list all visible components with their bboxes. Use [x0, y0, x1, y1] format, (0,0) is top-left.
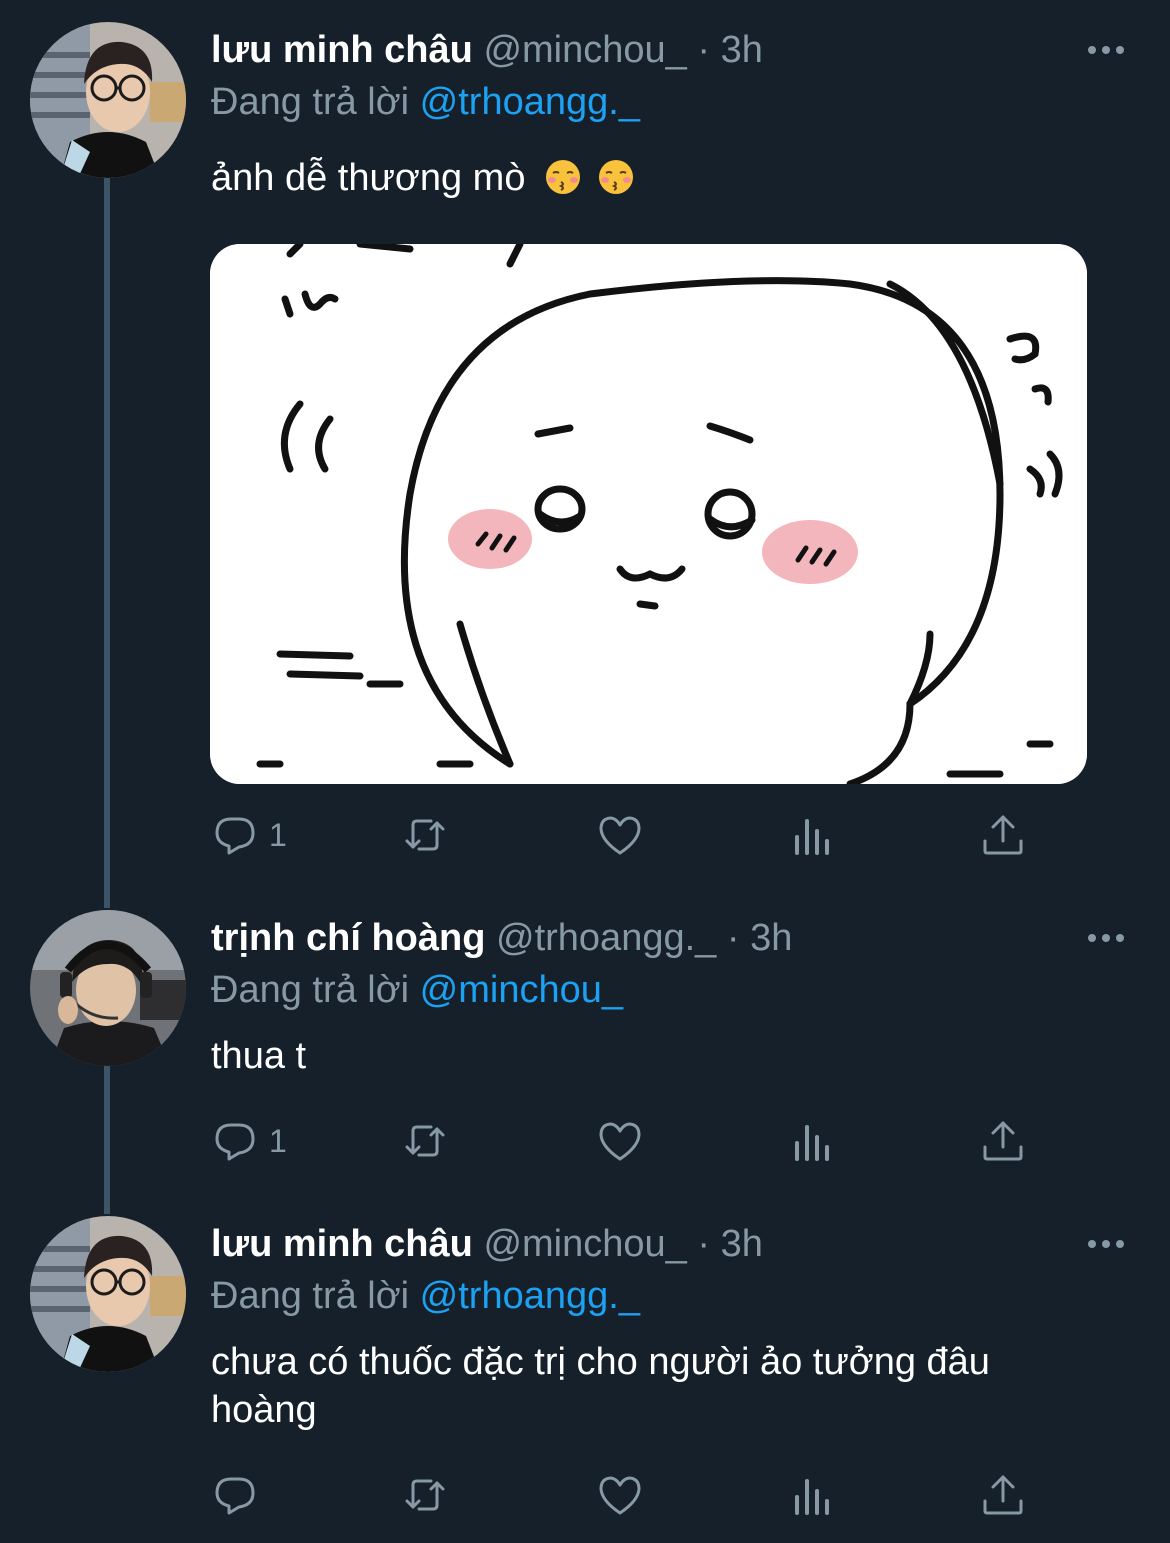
- analytics-icon: [795, 1479, 829, 1515]
- analytics-button[interactable]: [789, 810, 837, 860]
- retweet-icon: [405, 1479, 445, 1511]
- like-button[interactable]: [596, 810, 644, 860]
- timestamp[interactable]: 3h: [721, 29, 763, 71]
- tweet-header: trịnh chí hoàng @trhoangg._ · 3h: [211, 914, 792, 962]
- reply-icon: [215, 817, 255, 855]
- retweet-icon: [405, 1125, 445, 1157]
- more-icon[interactable]: [1086, 918, 1126, 958]
- analytics-icon: [795, 1125, 829, 1161]
- reply-icon: [215, 1123, 255, 1161]
- replying-prefix: Đang trả lời: [211, 1275, 410, 1317]
- tweet-actions: 1: [211, 810, 1031, 860]
- tweet-actions: 1: [211, 1116, 1031, 1166]
- separator: ·: [697, 29, 710, 71]
- share-button[interactable]: [979, 810, 1027, 860]
- tweet[interactable]: lưu minh châu @minchou_ · 3h Đang trả lờ…: [0, 1216, 1170, 1536]
- replying-prefix: Đang trả lời: [211, 81, 410, 123]
- retweet-button[interactable]: [401, 1470, 449, 1520]
- analytics-button[interactable]: [789, 1470, 837, 1520]
- like-button[interactable]: [596, 1470, 644, 1520]
- replying-to: Đang trả lời @minchou_: [211, 966, 623, 1014]
- reply-count: 1: [269, 1122, 287, 1159]
- like-icon: [599, 816, 641, 855]
- like-button[interactable]: [596, 1116, 644, 1166]
- tweet-text: ảnh dễ thương mò: [211, 154, 1111, 202]
- like-icon: [599, 1122, 641, 1161]
- like-icon: [599, 1476, 641, 1515]
- replying-prefix: Đang trả lời: [211, 969, 410, 1011]
- retweet-button[interactable]: [401, 1116, 449, 1166]
- separator: ·: [726, 917, 740, 959]
- reply-count: 1: [269, 816, 287, 853]
- mention-link[interactable]: @trhoangg._: [420, 81, 640, 123]
- kissing-face-icon: [597, 158, 635, 196]
- more-icon[interactable]: [1086, 30, 1126, 70]
- display-name[interactable]: lưu minh châu: [211, 29, 473, 71]
- avatar[interactable]: [30, 1216, 186, 1372]
- share-button[interactable]: [979, 1470, 1027, 1520]
- tweet-text: thua t: [211, 1035, 307, 1077]
- kissing-face-icon: [544, 158, 582, 196]
- analytics-icon: [795, 819, 829, 855]
- tweet-header: lưu minh châu @minchou_ · 3h: [211, 1220, 763, 1268]
- tweet-actions: [211, 1470, 1031, 1520]
- username[interactable]: @minchou_: [483, 1223, 686, 1265]
- tweet-text-content: ảnh dễ thương mò: [211, 157, 526, 199]
- tweet[interactable]: lưu minh châu @minchou_ · 3h Đang trả lờ…: [0, 22, 1170, 882]
- reply-icon: [215, 1477, 255, 1515]
- share-icon: [983, 815, 1023, 855]
- username[interactable]: @minchou_: [483, 29, 686, 71]
- tweet-text: chưa có thuốc đặc trị cho người ảo tưởng…: [211, 1341, 990, 1431]
- separator: ·: [697, 1223, 710, 1265]
- display-name[interactable]: trịnh chí hoàng: [211, 917, 485, 959]
- timestamp[interactable]: 3h: [750, 917, 792, 959]
- replying-to: Đang trả lời @trhoangg._: [211, 78, 640, 126]
- avatar[interactable]: [30, 910, 186, 1066]
- reply-button[interactable]: 1: [211, 1116, 287, 1166]
- reply-button[interactable]: 1: [211, 810, 287, 860]
- retweet-button[interactable]: [401, 810, 449, 860]
- username[interactable]: @trhoangg._: [496, 917, 716, 959]
- share-button[interactable]: [979, 1116, 1027, 1166]
- display-name[interactable]: lưu minh châu: [211, 1223, 473, 1265]
- tweet-header: lưu minh châu @minchou_ · 3h: [211, 26, 763, 74]
- mention-link[interactable]: @minchou_: [420, 969, 623, 1011]
- analytics-button[interactable]: [789, 1116, 837, 1166]
- tweet[interactable]: trịnh chí hoàng @trhoangg._ · 3h Đang tr…: [0, 910, 1170, 1170]
- tweet-image[interactable]: [210, 244, 1087, 784]
- reply-button[interactable]: [211, 1470, 269, 1520]
- timestamp[interactable]: 3h: [721, 1223, 763, 1265]
- replying-to: Đang trả lời @trhoangg._: [211, 1272, 640, 1320]
- retweet-icon: [405, 819, 445, 851]
- more-icon[interactable]: [1086, 1224, 1126, 1264]
- share-icon: [983, 1121, 1023, 1161]
- avatar[interactable]: [30, 22, 186, 178]
- mention-link[interactable]: @trhoangg._: [420, 1275, 640, 1317]
- share-icon: [983, 1475, 1023, 1515]
